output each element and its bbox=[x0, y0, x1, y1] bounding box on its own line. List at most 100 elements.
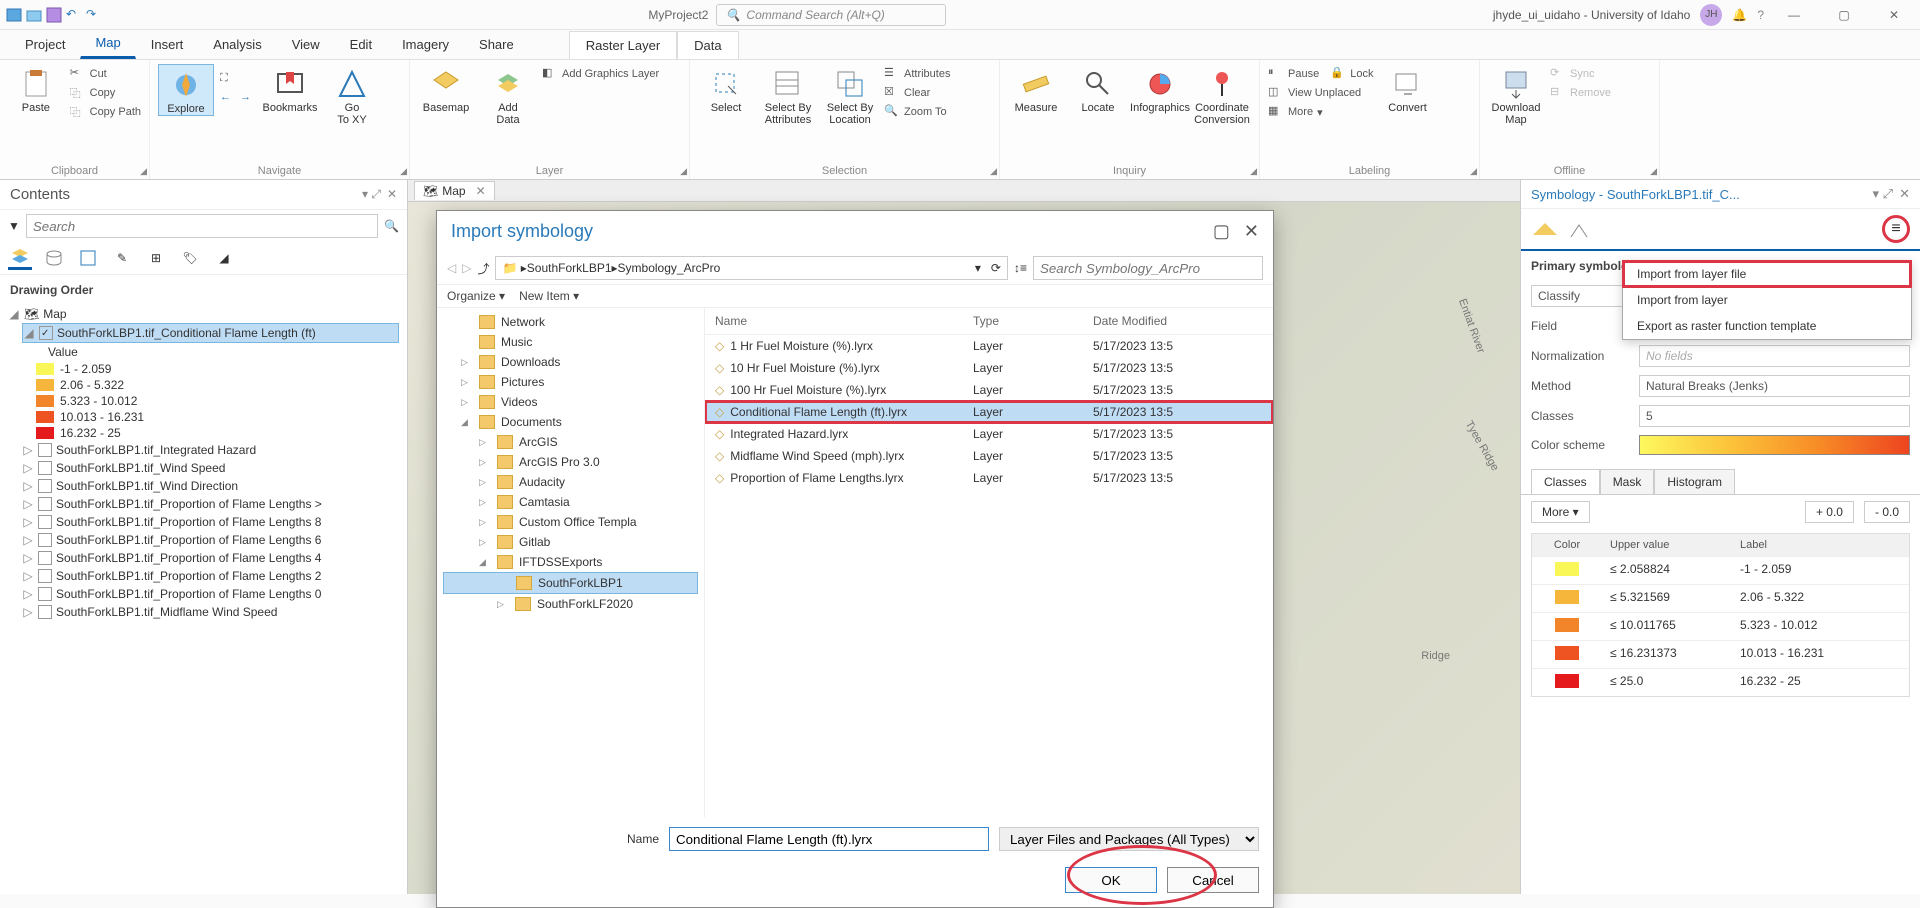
explore-button[interactable]: Explore bbox=[158, 64, 214, 116]
notification-icon[interactable]: 🔔 bbox=[1732, 8, 1747, 22]
organize-dropdown[interactable]: Organize ▾ bbox=[447, 289, 505, 303]
nav-up[interactable]: ⤴ bbox=[477, 260, 489, 277]
navigate-dialog-icon[interactable]: ◢ bbox=[400, 166, 407, 177]
measure-button[interactable]: Measure bbox=[1008, 64, 1064, 114]
new-item-dropdown[interactable]: New Item ▾ bbox=[519, 289, 579, 303]
clear-button[interactable]: ☒Clear bbox=[884, 85, 950, 101]
tree-item[interactable]: ◢Documents bbox=[443, 412, 698, 432]
sub-tab-histogram[interactable]: Histogram bbox=[1654, 469, 1735, 494]
open-icon[interactable] bbox=[26, 7, 42, 23]
select-by-attr-button[interactable]: Select By Attributes bbox=[760, 64, 816, 126]
layer-checkbox[interactable] bbox=[38, 569, 52, 583]
next-extent-icon[interactable]: → bbox=[240, 91, 256, 107]
tab-view[interactable]: View bbox=[277, 30, 335, 59]
remove-button[interactable]: ⊟Remove bbox=[1550, 85, 1611, 101]
tab-project[interactable]: Project bbox=[10, 30, 80, 59]
ok-button[interactable]: OK bbox=[1065, 867, 1157, 893]
avatar[interactable]: JH bbox=[1700, 4, 1722, 26]
layer-checkbox[interactable] bbox=[38, 551, 52, 565]
layer-item[interactable]: ▷SouthForkLBP1.tif_Midflame Wind Speed bbox=[22, 603, 399, 621]
layer-checkbox[interactable] bbox=[38, 587, 52, 601]
command-search[interactable]: 🔍 Command Search (Alt+Q) bbox=[716, 4, 946, 26]
tree-item[interactable]: ▷Videos bbox=[443, 392, 698, 412]
file-filter[interactable]: Layer Files and Packages (All Types) bbox=[999, 827, 1259, 851]
prev-extent-icon[interactable]: ← bbox=[220, 91, 236, 107]
maximize-button[interactable]: ▢ bbox=[1824, 0, 1864, 30]
minimize-button[interactable]: — bbox=[1774, 0, 1814, 30]
layer-checkbox[interactable] bbox=[38, 533, 52, 547]
list-by-drawing-order[interactable] bbox=[8, 246, 32, 270]
close-map-tab[interactable]: ✕ bbox=[476, 184, 486, 198]
layer-item[interactable]: ▷SouthForkLBP1.tif_Proportion of Flame L… bbox=[22, 585, 399, 603]
list-by-snapping[interactable]: ⊞ bbox=[144, 246, 168, 270]
file-row[interactable]: ◇10 Hr Fuel Moisture (%).lyrxLayer5/17/2… bbox=[705, 357, 1273, 379]
tree-item[interactable]: ▷ArcGIS bbox=[443, 432, 698, 452]
go-to-xy-button[interactable]: Go To XY bbox=[324, 64, 380, 126]
layer-item[interactable]: ▷SouthForkLBP1.tif_Wind Direction bbox=[22, 477, 399, 495]
sub-tab-mask[interactable]: Mask bbox=[1600, 469, 1655, 494]
tree-item[interactable]: ▷ArcGIS Pro 3.0 bbox=[443, 452, 698, 472]
pause-button[interactable]: ⏸Pause 🔒Lock bbox=[1268, 66, 1374, 82]
tab-analysis[interactable]: Analysis bbox=[198, 30, 276, 59]
normalization-dropdown[interactable]: No fields bbox=[1639, 345, 1910, 367]
tree-item[interactable]: ▷Audacity bbox=[443, 472, 698, 492]
tab-imagery[interactable]: Imagery bbox=[387, 30, 464, 59]
class-row[interactable]: ≤ 5.3215692.06 - 5.322 bbox=[1532, 584, 1909, 612]
layer-item[interactable]: ▷SouthForkLBP1.tif_Wind Speed bbox=[22, 459, 399, 477]
inquiry-dialog-icon[interactable]: ◢ bbox=[1250, 166, 1257, 177]
tree-item[interactable]: ▷SouthForkLF2020 bbox=[443, 594, 698, 614]
symbology-dropdown[interactable]: ▾ ⤢ bbox=[1873, 186, 1894, 202]
view-unplaced-button[interactable]: ◫View Unplaced bbox=[1268, 85, 1374, 101]
class-row[interactable]: ≤ 2.058824-1 - 2.059 bbox=[1532, 556, 1909, 584]
nav-forward[interactable]: ▷ bbox=[462, 261, 471, 275]
tab-edit[interactable]: Edit bbox=[335, 30, 387, 59]
class-row[interactable]: ≤ 10.0117655.323 - 10.012 bbox=[1532, 612, 1909, 640]
tree-item[interactable]: ▷Gitlab bbox=[443, 532, 698, 552]
file-row[interactable]: ◇100 Hr Fuel Moisture (%).lyrxLayer5/17/… bbox=[705, 379, 1273, 401]
tab-map[interactable]: Map bbox=[80, 28, 135, 59]
list-by-perspective[interactable]: ◢ bbox=[212, 246, 236, 270]
method-dropdown[interactable]: Natural Breaks (Jenks) bbox=[1639, 375, 1910, 397]
list-by-labeling[interactable]: 🏷 bbox=[178, 246, 202, 270]
map-node[interactable]: ◢🗺Map bbox=[8, 305, 399, 323]
search-icon[interactable]: 🔍 bbox=[384, 219, 399, 233]
file-row[interactable]: ◇1 Hr Fuel Moisture (%).lyrxLayer5/17/20… bbox=[705, 335, 1273, 357]
copy-button[interactable]: ⿻Copy bbox=[70, 85, 141, 101]
coord-conv-button[interactable]: Coordinate Conversion bbox=[1194, 64, 1250, 126]
sync-button[interactable]: ⟳Sync bbox=[1550, 66, 1611, 82]
zoom-to-button[interactable]: 🔍Zoom To bbox=[884, 104, 950, 120]
layer-checkbox[interactable] bbox=[38, 605, 52, 619]
layer-item[interactable]: ▷SouthForkLBP1.tif_Proportion of Flame L… bbox=[22, 531, 399, 549]
symbology-menu-button[interactable]: ≡ bbox=[1882, 215, 1910, 243]
layer-dialog-icon[interactable]: ◢ bbox=[680, 166, 687, 177]
layer-item[interactable]: ▷SouthForkLBP1.tif_Proportion of Flame L… bbox=[22, 567, 399, 585]
selection-dialog-icon[interactable]: ◢ bbox=[990, 166, 997, 177]
path-bar[interactable]: 📁 ▸ SouthForkLBP1 ▸ Symbology_ArcPro ▾ ⟳ bbox=[495, 256, 1008, 280]
class-row[interactable]: ≤ 25.016.232 - 25 bbox=[1532, 668, 1909, 696]
classes-dropdown[interactable]: 5 bbox=[1639, 405, 1910, 427]
tree-item[interactable]: ▷Camtasia bbox=[443, 492, 698, 512]
list-by-editing[interactable]: ✎ bbox=[110, 246, 134, 270]
contents-search[interactable] bbox=[26, 214, 378, 238]
tree-item[interactable]: ▷Downloads bbox=[443, 352, 698, 372]
list-by-source[interactable] bbox=[42, 246, 66, 270]
tab-data[interactable]: Data bbox=[677, 31, 738, 59]
more-button[interactable]: More ▾ bbox=[1531, 501, 1590, 523]
add-graphics-button[interactable]: ◧Add Graphics Layer bbox=[542, 66, 659, 82]
filename-input[interactable] bbox=[669, 827, 989, 851]
tree-item[interactable]: Music bbox=[443, 332, 698, 352]
clipboard-dialog-icon[interactable]: ◢ bbox=[140, 166, 147, 177]
primary-symbology-tab[interactable] bbox=[1531, 217, 1559, 241]
minus-button[interactable]: - 0.0 bbox=[1864, 501, 1910, 523]
layer-checkbox[interactable] bbox=[38, 515, 52, 529]
color-scheme[interactable] bbox=[1639, 435, 1910, 455]
tree-item[interactable]: ▷Custom Office Templa bbox=[443, 512, 698, 532]
paste-button[interactable]: Paste bbox=[8, 64, 64, 114]
dialog-maximize[interactable]: ▢ bbox=[1213, 221, 1230, 242]
sort-icon[interactable]: ↕≡ bbox=[1014, 261, 1027, 275]
basemap-button[interactable]: Basemap bbox=[418, 64, 474, 114]
file-row[interactable]: ◇Proportion of Flame Lengths.lyrxLayer5/… bbox=[705, 467, 1273, 489]
file-row[interactable]: ◇Integrated Hazard.lyrxLayer5/17/2023 13… bbox=[705, 423, 1273, 445]
dialog-search[interactable] bbox=[1033, 256, 1263, 280]
close-contents-icon[interactable]: ✕ bbox=[387, 187, 397, 202]
